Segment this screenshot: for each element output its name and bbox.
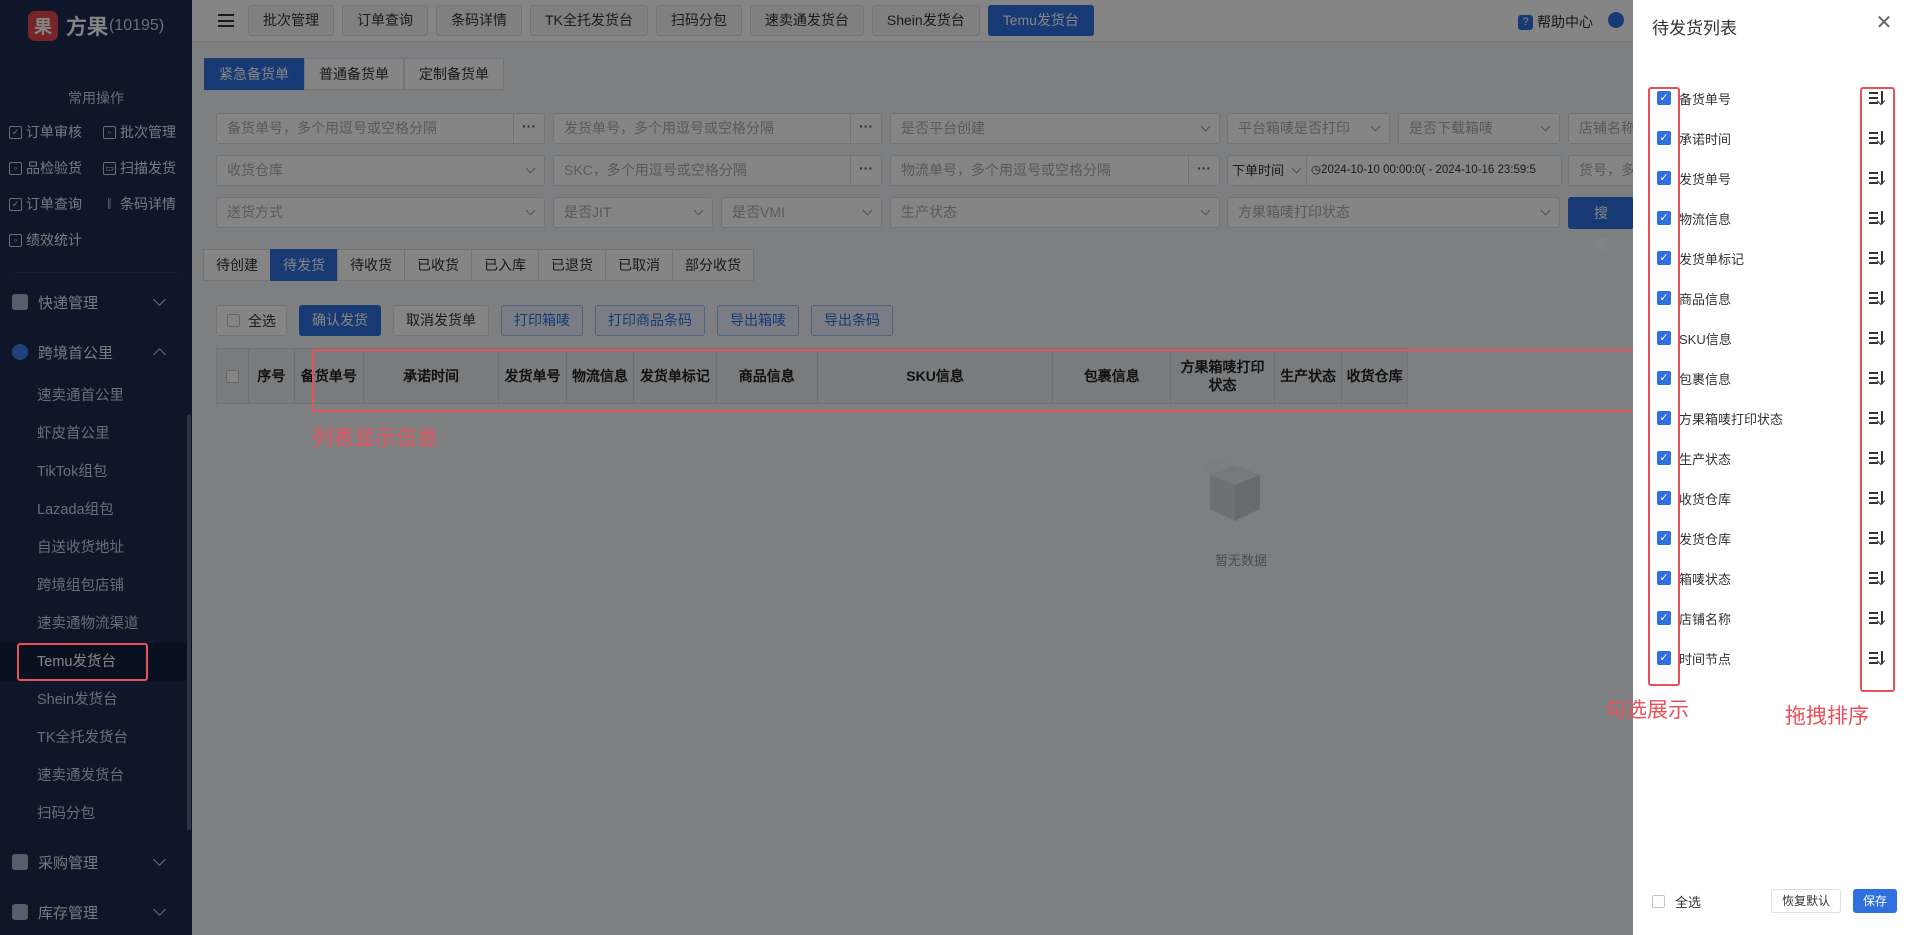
annotation-box-temu-menu (17, 643, 148, 681)
column-label: 备货单号 (1679, 91, 1732, 107)
annotation-list-info: 列表显示信息 (312, 427, 438, 450)
reset-default-button[interactable]: 恢复默认 (1770, 889, 1841, 913)
column-item[interactable]: ✓ 店铺名称 (1657, 598, 1887, 638)
column-item[interactable]: ✓ 物流信息 (1657, 198, 1887, 238)
annotation-box-checkboxes (1648, 87, 1680, 686)
column-item[interactable]: ✓ 发货单号 (1657, 158, 1887, 198)
select-all-checkbox[interactable] (1652, 894, 1665, 908)
column-item[interactable]: ✓ 发货单标记 (1657, 238, 1887, 278)
column-label: 发货仓库 (1679, 531, 1732, 547)
column-label: 收货仓库 (1679, 491, 1732, 507)
column-item[interactable]: ✓ 商品信息 (1657, 278, 1887, 318)
column-item[interactable]: ✓ SKU信息 (1657, 318, 1887, 358)
annotation-drag-sort: 拖拽排序 (1785, 705, 1869, 728)
select-all-label: 全选 (1675, 894, 1702, 910)
column-label: 生产状态 (1679, 451, 1732, 467)
save-button[interactable]: 保存 (1852, 889, 1897, 913)
modal-overlay[interactable] (0, 0, 1633, 935)
column-label: 物流信息 (1679, 211, 1732, 227)
column-item[interactable]: ✓ 承诺时间 (1657, 118, 1887, 158)
annotation-check-show: 勾选展示 (1605, 699, 1689, 722)
column-item[interactable]: ✓ 备货单号 (1657, 78, 1887, 118)
column-label: 方果箱唛打印状态 (1679, 411, 1784, 427)
column-label: 商品信息 (1679, 291, 1732, 307)
drawer-title: 待发货列表 (1652, 19, 1737, 38)
close-icon[interactable]: ✕ (1875, 13, 1893, 33)
drawer-footer: 全选 恢复默认 保存 (1652, 888, 1897, 914)
annotation-box-drag-handles (1860, 87, 1895, 692)
column-item[interactable]: ✓ 包裹信息 (1657, 358, 1887, 398)
column-settings-drawer: 待发货列表 ✕ ✓ 备货单号 ✓ 承诺时间 ✓ 发货单号 ✓ 物流信息 ✓ 发货单标记 ✓… (1605, 0, 1909, 935)
column-item[interactable]: ✓ 箱唛状态 (1657, 558, 1887, 598)
column-item[interactable]: ✓ 生产状态 (1657, 438, 1887, 478)
annotation-box-columns (312, 349, 1635, 412)
column-item[interactable]: ✓ 时间节点 (1657, 638, 1887, 678)
column-item[interactable]: ✓ 方果箱唛打印状态 (1657, 398, 1887, 438)
column-label: 发货单号 (1679, 171, 1732, 187)
column-label: 承诺时间 (1679, 131, 1732, 147)
column-label: 店铺名称 (1679, 611, 1732, 627)
column-label: 包裹信息 (1679, 371, 1732, 387)
column-label: 时间节点 (1679, 651, 1732, 667)
column-label: 发货单标记 (1679, 251, 1745, 267)
column-label: SKU信息 (1679, 331, 1732, 347)
column-item[interactable]: ✓ 收货仓库 (1657, 478, 1887, 518)
column-label: 箱唛状态 (1679, 571, 1732, 587)
column-item[interactable]: ✓ 发货仓库 (1657, 518, 1887, 558)
